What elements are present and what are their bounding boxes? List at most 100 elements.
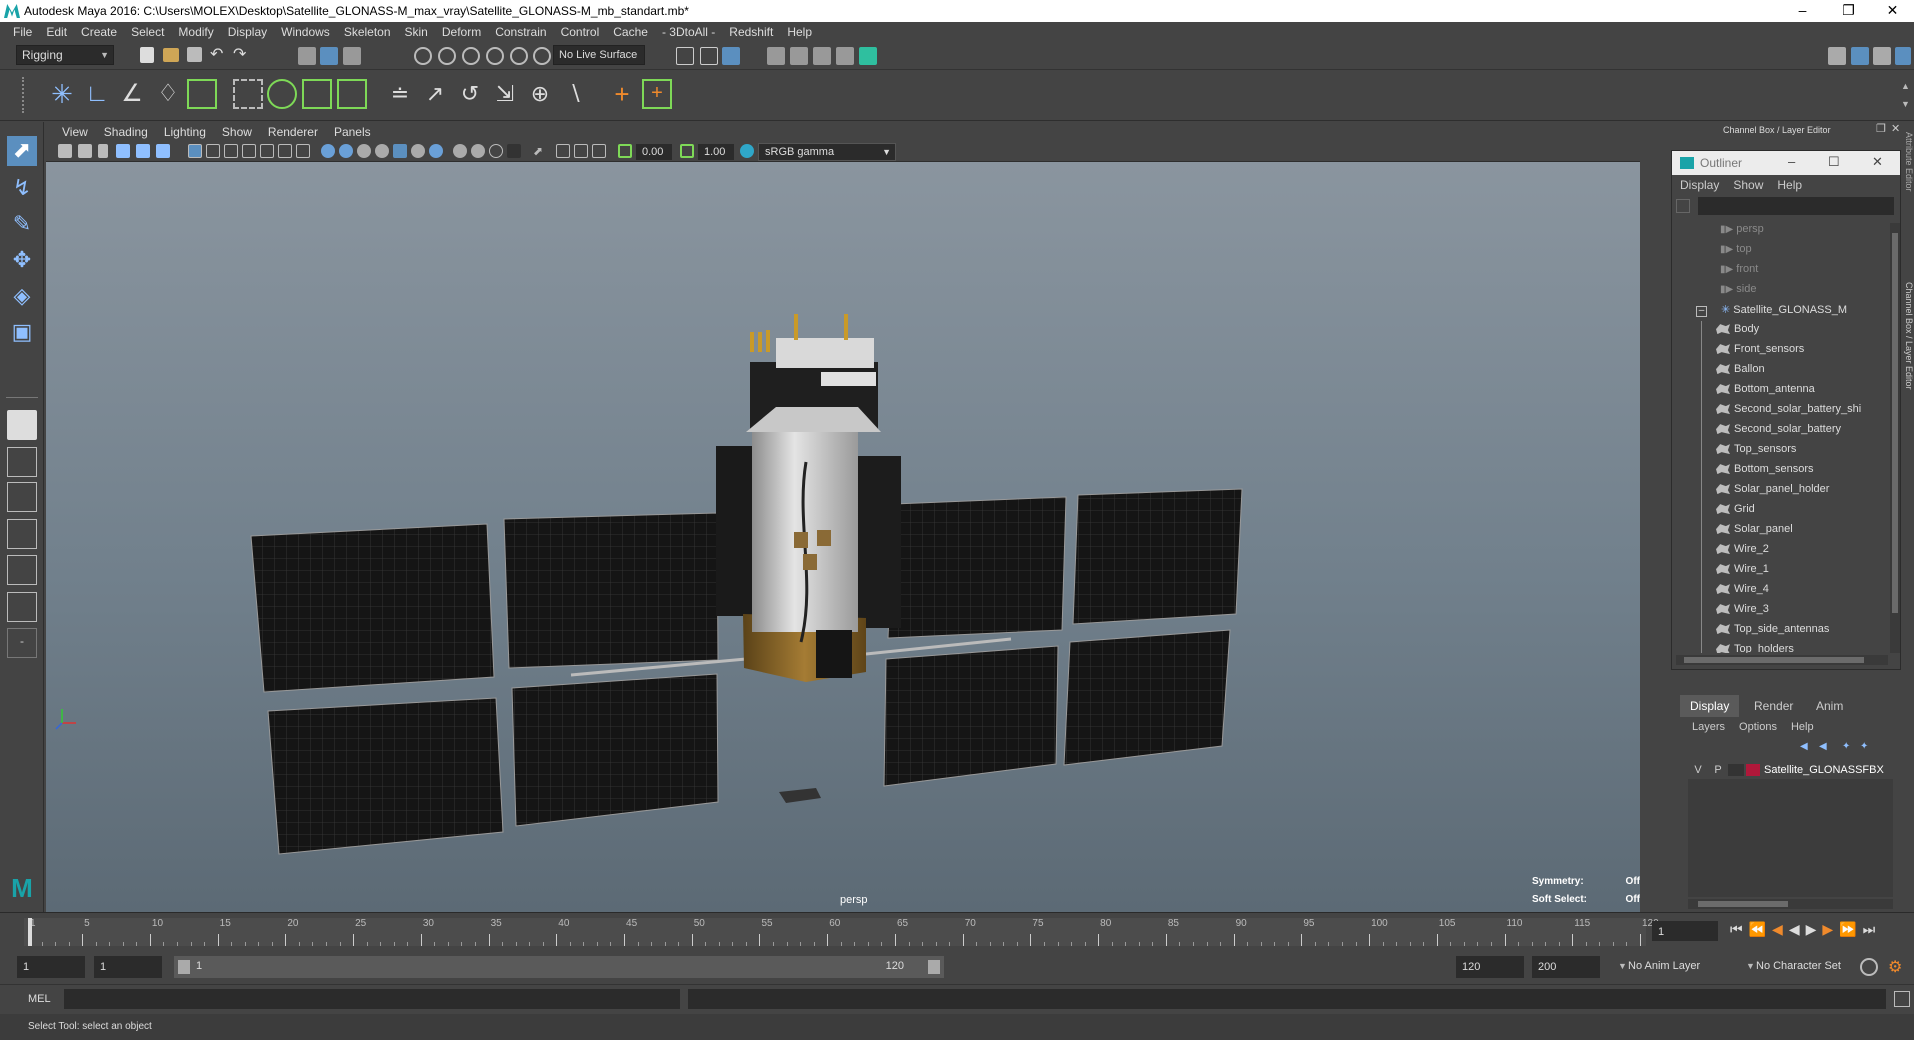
close-panel-icon[interactable]: ✕	[1891, 122, 1900, 135]
motion-blur-icon[interactable]	[453, 144, 467, 158]
channel-box-tab[interactable]: Channel Box / Layer Editor	[1904, 282, 1914, 462]
float-panel-icon[interactable]: ❐	[1876, 122, 1886, 135]
move-layer-down-icon[interactable]: ◀	[1819, 741, 1831, 753]
outliner-vertical-scrollbar[interactable]	[1890, 223, 1900, 653]
undo-icon[interactable]: ↶	[210, 47, 228, 65]
anim-layer-dropdown[interactable]: ▼ No Anim Layer	[1618, 956, 1740, 978]
insert-joint-icon[interactable]: ♢	[153, 79, 183, 109]
ik-handle-icon[interactable]: ∟	[82, 79, 112, 109]
layer-horizontal-scrollbar[interactable]	[1688, 899, 1893, 909]
shelf-scroll-down-icon[interactable]: ▼	[1901, 99, 1910, 109]
playback-end-field[interactable]: 120	[1456, 956, 1524, 978]
ambient-occlusion-icon[interactable]	[429, 144, 443, 158]
vp-menu-lighting[interactable]: Lighting	[156, 125, 214, 139]
field-chart-icon[interactable]	[260, 144, 274, 158]
range-start-handle[interactable]	[178, 960, 190, 974]
isolate-select-icon[interactable]	[507, 144, 521, 158]
orient-constraint-icon[interactable]: ↺	[455, 79, 485, 109]
tab-render[interactable]: Render	[1744, 695, 1803, 717]
menu-redshift[interactable]: Redshift	[722, 25, 780, 39]
menu-control[interactable]: Control	[554, 25, 607, 39]
exposure-field[interactable]: 0.00	[636, 144, 672, 160]
wrap-icon[interactable]	[267, 79, 297, 109]
render-view-icon[interactable]	[790, 47, 808, 65]
playback-start-field[interactable]: 1	[94, 956, 162, 978]
outliner-search-input[interactable]	[1698, 197, 1894, 215]
rotate-tool-icon[interactable]: ◈	[7, 282, 37, 312]
input-ops-icon[interactable]	[676, 47, 694, 65]
menu-edit[interactable]: Edit	[39, 25, 74, 39]
outliner-item-side[interactable]: ▮▶ side	[1720, 283, 1756, 303]
vp-menu-view[interactable]: View	[54, 125, 96, 139]
gamma-field[interactable]: 1.00	[698, 144, 734, 160]
output-ops-icon[interactable]	[700, 47, 718, 65]
snap-view-icon[interactable]	[486, 47, 504, 65]
new-scene-icon[interactable]	[140, 47, 154, 63]
select-camera-icon[interactable]	[58, 144, 72, 158]
open-scene-icon[interactable]	[163, 48, 179, 62]
vp-menu-renderer[interactable]: Renderer	[260, 125, 326, 139]
outliner-item-top-holders[interactable]: Top_holders	[1716, 643, 1794, 653]
outliner-item-front[interactable]: ▮▶ front	[1720, 263, 1758, 283]
perspective-viewport[interactable]: persp Symmetry: Off Soft Select: Off	[46, 162, 1640, 912]
snap-curve-icon[interactable]	[438, 47, 456, 65]
backface-culling-icon[interactable]	[592, 144, 606, 158]
restore-button[interactable]: ❐	[1826, 0, 1871, 22]
auto-key-icon[interactable]	[1860, 958, 1878, 976]
layer-menu-help[interactable]: Help	[1791, 721, 1814, 733]
aim-constraint-icon[interactable]: ⊕	[525, 79, 555, 109]
grease-pencil-icon[interactable]	[156, 144, 170, 158]
lasso-tool-icon[interactable]: ↯	[7, 174, 37, 204]
menu-create[interactable]: Create	[74, 25, 124, 39]
pole-vector-icon[interactable]: ∖	[560, 79, 590, 109]
lattice-icon[interactable]	[233, 79, 263, 109]
scene-end-field[interactable]: 200	[1532, 956, 1600, 978]
joint-tool-icon[interactable]: ✳	[47, 79, 77, 109]
outliner-menu-display[interactable]: Display	[1680, 178, 1719, 192]
current-frame-field[interactable]: 1	[1652, 921, 1718, 941]
character-set-dropdown[interactable]: ▼ No Character Set	[1746, 956, 1874, 978]
grid-toggle-icon[interactable]	[188, 144, 202, 158]
menu-modify[interactable]: Modify	[171, 25, 220, 39]
attribute-editor-tab[interactable]: Attribute Editor	[1904, 132, 1914, 262]
camera-attributes-icon[interactable]	[78, 144, 92, 158]
play-backwards-icon[interactable]: ◀	[1789, 921, 1800, 938]
select-object-icon[interactable]	[320, 47, 338, 65]
smooth-shade-icon[interactable]	[339, 144, 353, 158]
toggle-channel-box-icon[interactable]	[1895, 47, 1911, 65]
persp-hypershade-layout-icon[interactable]	[7, 555, 37, 585]
persp-graph-layout-icon[interactable]	[7, 519, 37, 549]
new-layer-selected-icon[interactable]: ✦	[1860, 741, 1872, 753]
snap-surface-icon[interactable]	[510, 47, 528, 65]
script-editor-icon[interactable]	[1894, 991, 1910, 1007]
film-gate-icon[interactable]	[206, 144, 220, 158]
step-forward-frame-icon[interactable]: ▶	[1822, 921, 1833, 938]
go-to-start-icon[interactable]: ⏮	[1730, 921, 1743, 938]
snap-plane-icon[interactable]	[533, 47, 551, 65]
hypershade-icon[interactable]	[859, 47, 877, 65]
vp-menu-shading[interactable]: Shading	[96, 125, 156, 139]
outliner-item-body[interactable]: Body	[1716, 323, 1759, 343]
2d-pan-zoom-icon[interactable]	[136, 144, 150, 158]
layer-visibility-toggle[interactable]: V	[1688, 764, 1708, 776]
redo-icon[interactable]: ↷	[233, 47, 251, 65]
outliner-item-wire-2[interactable]: Wire_2	[1716, 543, 1769, 563]
new-layer-icon[interactable]: ✦	[1842, 741, 1854, 753]
layout-options-icon[interactable]: -	[7, 628, 37, 658]
bookmark-icon[interactable]	[98, 144, 108, 158]
scale-tool-icon[interactable]: ▣	[7, 318, 37, 348]
select-component-icon[interactable]	[343, 47, 361, 65]
single-perspective-layout-icon[interactable]	[7, 410, 37, 440]
vp-menu-show[interactable]: Show	[214, 125, 260, 139]
use-all-lights-icon[interactable]	[393, 144, 407, 158]
time-ruler[interactable]: 1 5 10 15 20 25 30 35 40 45 50 55 60 65 70 75 80 85 90 95 10…	[24, 918, 1659, 946]
outliner-menu-show[interactable]: Show	[1733, 178, 1763, 192]
workspace-icon[interactable]	[1828, 47, 1846, 65]
step-forward-key-icon[interactable]: ⏩	[1839, 921, 1856, 938]
exposure-icon[interactable]	[618, 144, 632, 158]
menu-skin[interactable]: Skin	[398, 25, 435, 39]
layer-menu-options[interactable]: Options	[1739, 721, 1777, 733]
layer-row[interactable]: V P Satellite_GLONASSFBX	[1688, 761, 1893, 779]
vp-menu-panels[interactable]: Panels	[326, 125, 379, 139]
current-time-indicator[interactable]	[28, 918, 32, 946]
